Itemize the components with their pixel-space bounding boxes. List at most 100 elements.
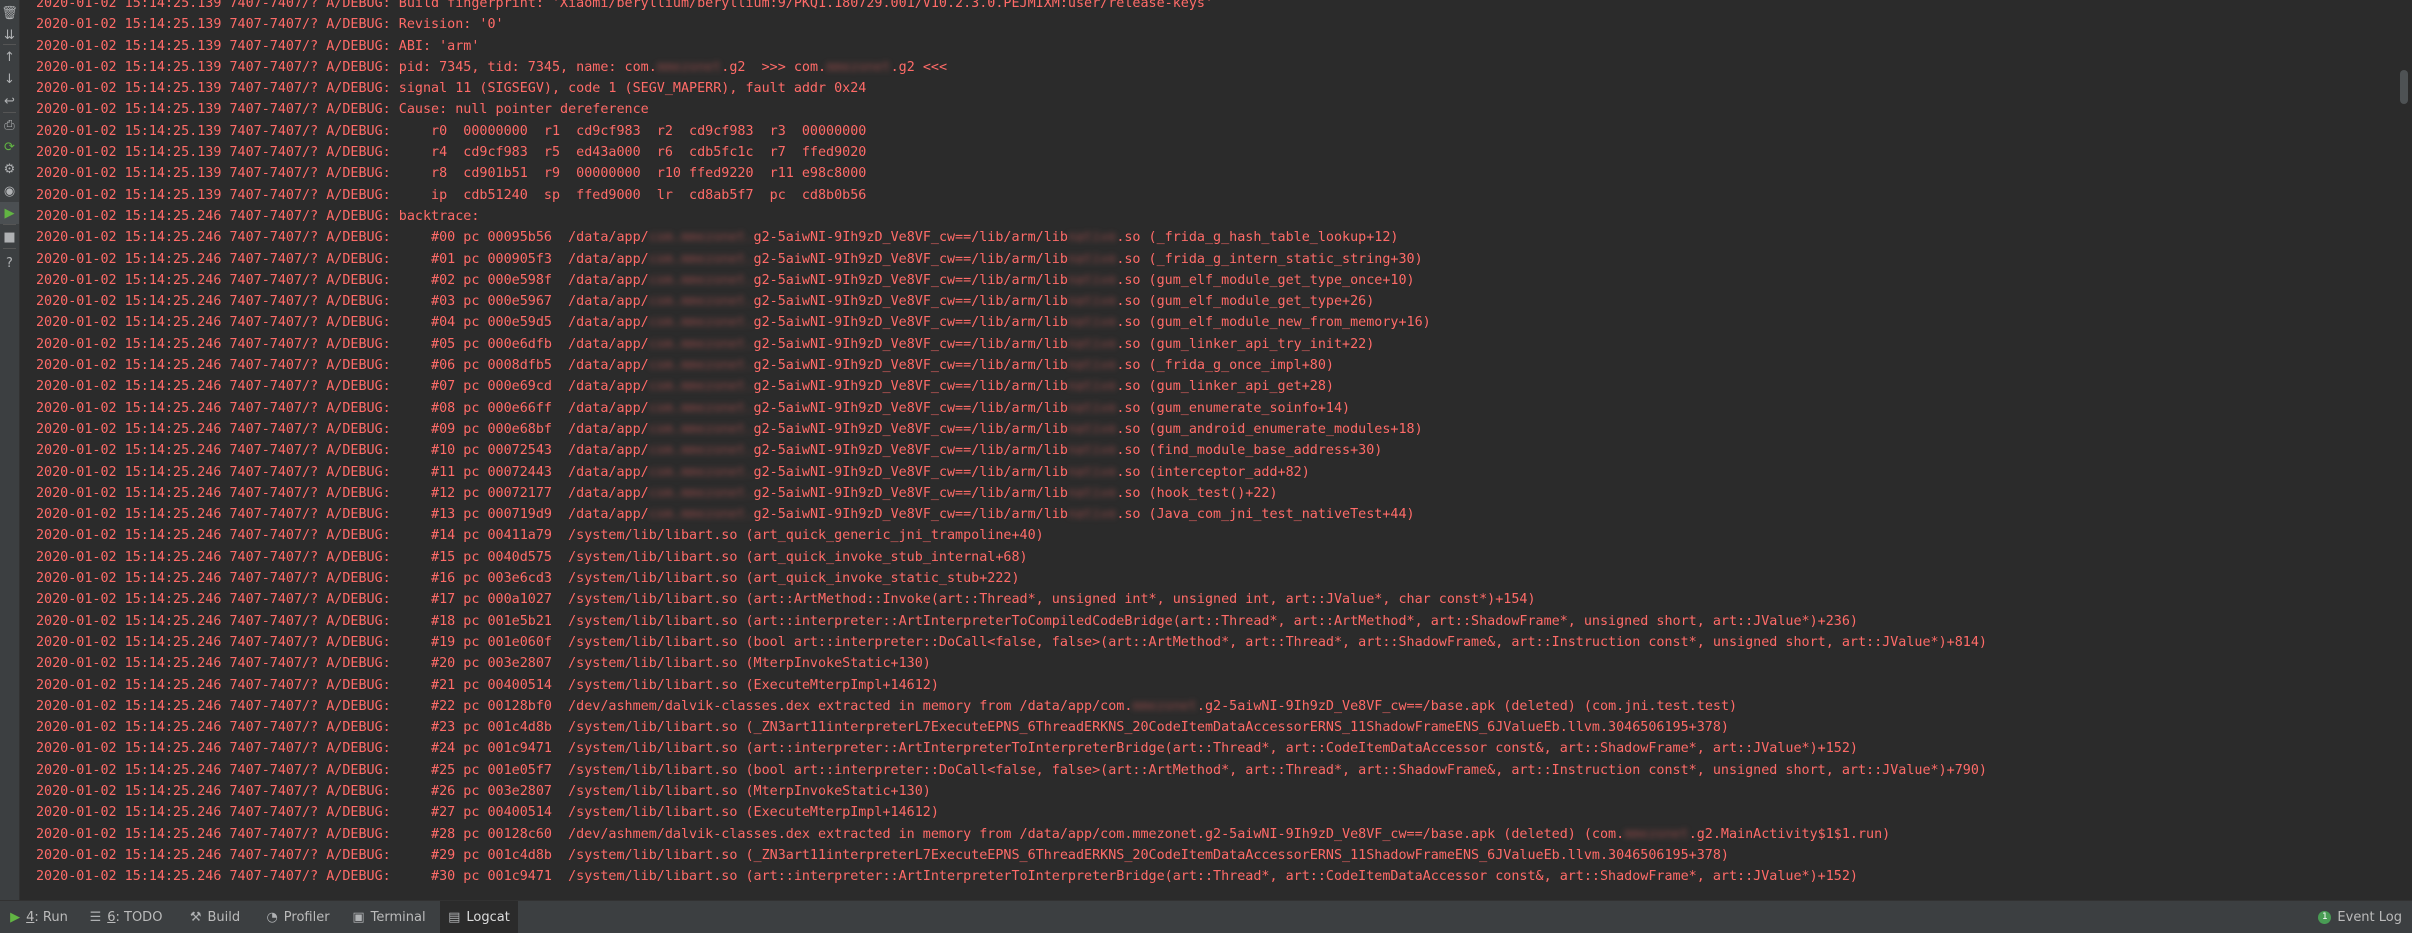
vertical-scrollbar[interactable] <box>2396 0 2412 900</box>
tab-todo[interactable]: ☰ 6: TODO <box>80 901 172 933</box>
log-text: g2-5aiwNI-9Ih9zD_Ve8VF_cw==/lib/arm/lib <box>753 251 1068 267</box>
log-text: 2020-01-02 15:14:25.246 7407-7407/? A/DE… <box>36 208 480 224</box>
tab-label: Terminal <box>371 910 426 925</box>
log-line: 2020-01-02 15:14:25.246 7407-7407/? A/DE… <box>36 227 1987 248</box>
restart-icon[interactable]: ⟳ <box>0 136 19 158</box>
log-line: 2020-01-02 15:14:25.246 7407-7407/? A/DE… <box>36 312 1987 333</box>
log-line: 2020-01-02 15:14:25.139 7407-7407/? A/DE… <box>36 36 1987 57</box>
screen-record-icon[interactable]: ▶ <box>0 202 19 224</box>
scroll-to-end-icon[interactable]: ⇊ <box>0 24 19 46</box>
log-text: 2020-01-02 15:14:25.139 7407-7407/? A/DE… <box>36 102 649 118</box>
log-text: 2020-01-02 15:14:25.246 7407-7407/? A/DE… <box>36 379 649 395</box>
scrollbar-thumb[interactable] <box>2400 70 2408 104</box>
down-arrow-icon[interactable]: ↓ <box>0 68 19 90</box>
log-line: 2020-01-02 15:14:25.246 7407-7407/? A/DE… <box>36 355 1987 376</box>
help-icon[interactable]: ? <box>0 252 19 274</box>
log-text: 2020-01-02 15:14:25.246 7407-7407/? A/DE… <box>36 315 649 331</box>
log-text: 2020-01-02 15:14:25.246 7407-7407/? A/DE… <box>36 869 1858 885</box>
toolbar-separator <box>3 44 16 45</box>
redacted-text: com.mmezonet. <box>648 251 754 267</box>
log-text: 2020-01-02 15:14:25.246 7407-7407/? A/DE… <box>36 741 1858 757</box>
tab-label-text: Profiler <box>283 909 330 925</box>
log-line: 2020-01-02 15:14:25.246 7407-7407/? A/DE… <box>36 568 1987 589</box>
log-line: 2020-01-02 15:14:25.246 7407-7407/? A/DE… <box>36 419 1987 440</box>
logcat-output[interactable]: 2020-01-02 15:14:25.139 7407-7407/? A/DE… <box>20 0 2396 900</box>
event-log-icon: 1 <box>2318 910 2332 924</box>
log-text: 2020-01-02 15:14:25.246 7407-7407/? A/DE… <box>36 443 649 459</box>
log-text: 2020-01-02 15:14:25.246 7407-7407/? A/DE… <box>36 571 1020 587</box>
log-text: 2020-01-02 15:14:25.246 7407-7407/? A/DE… <box>36 528 1044 544</box>
redacted-text: native <box>1067 464 1117 480</box>
log-text: g2-5aiwNI-9Ih9zD_Ve8VF_cw==/lib/arm/lib <box>753 358 1068 374</box>
redacted-text: com.mmezonet. <box>648 507 754 523</box>
log-line: 2020-01-02 15:14:25.246 7407-7407/? A/DE… <box>36 738 1987 759</box>
redacted-text: mmezonet <box>656 59 722 75</box>
log-text: 2020-01-02 15:14:25.246 7407-7407/? A/DE… <box>36 549 1028 565</box>
log-text: 2020-01-02 15:14:25.246 7407-7407/? A/DE… <box>36 698 1133 714</box>
log-text: 2020-01-02 15:14:25.246 7407-7407/? A/DE… <box>36 762 1987 778</box>
redacted-text: com.mmezonet. <box>648 294 754 310</box>
screen-capture-icon[interactable]: ◉ <box>0 180 19 202</box>
redacted-text: com.mmezonet. <box>648 485 754 501</box>
redacted-text: native <box>1067 400 1117 416</box>
settings-icon[interactable]: ⚙ <box>0 158 19 180</box>
log-text: 2020-01-02 15:14:25.246 7407-7407/? A/DE… <box>36 358 649 374</box>
log-text: .so (hook_test()+22) <box>1116 485 1278 501</box>
log-line: 2020-01-02 15:14:25.246 7407-7407/? A/DE… <box>36 675 1987 696</box>
log-text: 2020-01-02 15:14:25.246 7407-7407/? A/DE… <box>36 230 649 246</box>
log-line: 2020-01-02 15:14:25.246 7407-7407/? A/DE… <box>36 781 1987 802</box>
redacted-text: native <box>1067 379 1117 395</box>
log-text: 2020-01-02 15:14:25.139 7407-7407/? A/DE… <box>36 145 867 161</box>
log-line: 2020-01-02 15:14:25.246 7407-7407/? A/DE… <box>36 206 1987 227</box>
redacted-text: com.mmezonet. <box>648 272 754 288</box>
soft-wrap-icon[interactable]: ↩ <box>0 90 19 112</box>
up-arrow-icon[interactable]: ↑ <box>0 46 19 68</box>
logcat-toolbar: 🗑 ⇊ ↑ ↓ ↩ ⎙ ⟳ ⚙ ◉ ▶ ■? <box>0 0 20 900</box>
log-line: 2020-01-02 15:14:25.246 7407-7407/? A/DE… <box>36 824 1987 845</box>
log-text: 2020-01-02 15:14:25.246 7407-7407/? A/DE… <box>36 294 649 310</box>
redacted-text: native <box>1067 443 1117 459</box>
log-line: 2020-01-02 15:14:25.246 7407-7407/? A/DE… <box>36 653 1987 674</box>
tab-build[interactable]: ⚒ Build <box>180 901 250 933</box>
event-log-button[interactable]: 1 Event Log <box>2318 901 2402 933</box>
tab-terminal[interactable]: ▣ Terminal <box>344 901 434 933</box>
log-line: 2020-01-02 15:14:25.246 7407-7407/? A/DE… <box>36 440 1987 461</box>
log-line: 2020-01-02 15:14:25.246 7407-7407/? A/DE… <box>36 696 1987 717</box>
log-text: .so (interceptor_add+82) <box>1116 464 1310 480</box>
redacted-text: mmezonet <box>1624 826 1689 842</box>
tab-run[interactable]: ▶ 4: Run <box>6 901 72 933</box>
tab-label-text: : Run <box>34 909 68 925</box>
tab-label-text: Terminal <box>370 909 426 925</box>
redacted-text: native <box>1067 272 1117 288</box>
print-icon[interactable]: ⎙ <box>0 114 19 136</box>
log-text: 2020-01-02 15:14:25.139 7407-7407/? A/DE… <box>36 59 657 75</box>
log-text: 2020-01-02 15:14:25.139 7407-7407/? A/DE… <box>36 187 867 203</box>
log-text: .so (gum_linker_api_try_init+22) <box>1116 336 1375 352</box>
log-text: 2020-01-02 15:14:25.246 7407-7407/? A/DE… <box>36 805 939 821</box>
run-icon: ▶ <box>10 909 21 925</box>
log-line: 2020-01-02 15:14:25.246 7407-7407/? A/DE… <box>36 376 1987 397</box>
log-line: 2020-01-02 15:14:25.246 7407-7407/? A/DE… <box>36 760 1987 781</box>
log-text: g2-5aiwNI-9Ih9zD_Ve8VF_cw==/lib/arm/lib <box>753 485 1068 501</box>
stop-icon[interactable]: ■ <box>0 226 19 248</box>
log-line: 2020-01-02 15:14:25.139 7407-7407/? A/DE… <box>36 14 1987 35</box>
tab-label: 4: Run <box>26 910 68 925</box>
log-text: .so (_frida_g_once_impl+80) <box>1116 358 1334 374</box>
log-text: .so (gum_android_enumerate_modules+18) <box>1116 421 1423 437</box>
log-text: .g2 >>> com. <box>721 59 827 75</box>
log-line: 2020-01-02 15:14:25.246 7407-7407/? A/DE… <box>36 802 1987 823</box>
log-line: 2020-01-02 15:14:25.139 7407-7407/? A/DE… <box>36 78 1987 99</box>
tab-label-text: Build <box>207 909 241 925</box>
log-line: 2020-01-02 15:14:25.246 7407-7407/? A/DE… <box>36 249 1987 270</box>
tab-logcat[interactable]: ▤ Logcat <box>440 901 518 933</box>
log-line: 2020-01-02 15:14:25.139 7407-7407/? A/DE… <box>36 0 1987 14</box>
log-text: g2-5aiwNI-9Ih9zD_Ve8VF_cw==/lib/arm/lib <box>753 379 1068 395</box>
tab-profiler[interactable]: ◔ Profiler <box>258 901 338 933</box>
clear-logcat-icon[interactable]: 🗑 <box>0 2 19 24</box>
log-text: 2020-01-02 15:14:25.246 7407-7407/? A/DE… <box>36 592 1536 608</box>
log-text: g2-5aiwNI-9Ih9zD_Ve8VF_cw==/lib/arm/lib <box>753 272 1068 288</box>
tab-label-text: Logcat <box>466 909 510 925</box>
todo-icon: ☰ <box>89 909 102 925</box>
log-text: 2020-01-02 15:14:25.246 7407-7407/? A/DE… <box>36 421 649 437</box>
redacted-text: native <box>1067 358 1117 374</box>
